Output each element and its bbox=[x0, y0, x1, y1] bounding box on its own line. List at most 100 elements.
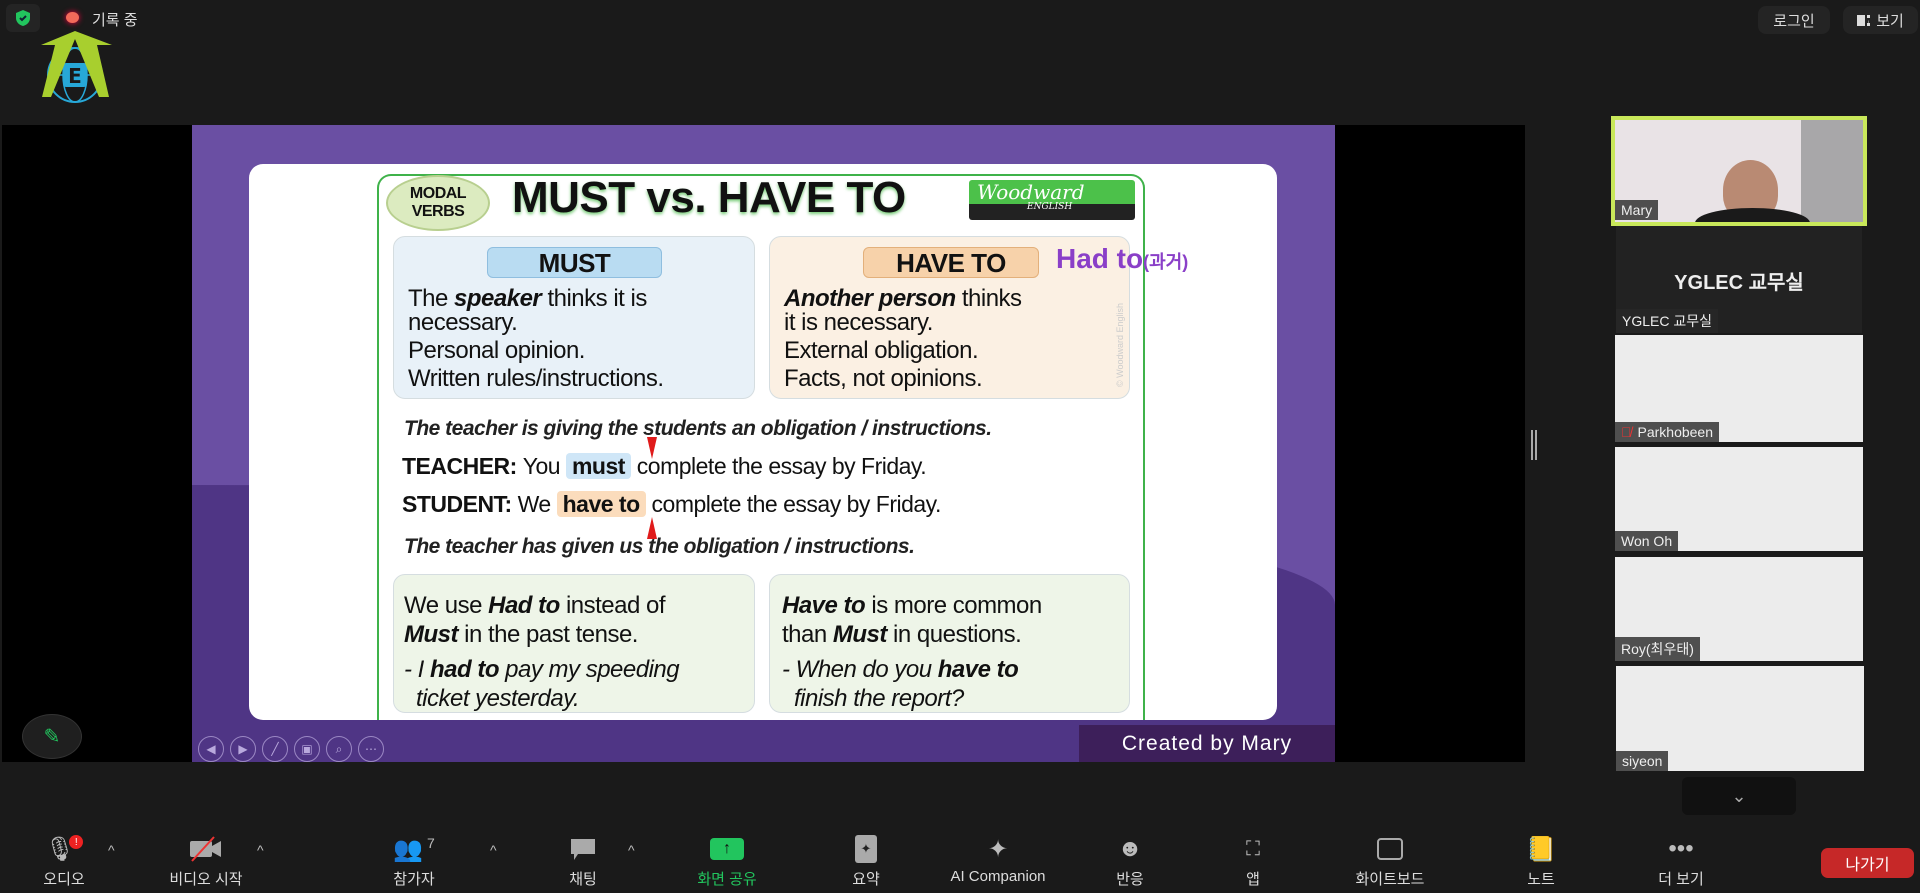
participant-tile-parkhobeen[interactable]: 🎙̸ Parkhobeen bbox=[1615, 335, 1863, 442]
had-to-annotation: Had to(과거) bbox=[1056, 243, 1189, 274]
slide-title: MUST vs. HAVE TO bbox=[512, 173, 906, 222]
participant-name: Roy(최우태) bbox=[1615, 637, 1700, 661]
participants-icon: 👥 7 bbox=[393, 835, 435, 863]
more-label: 더 보기 bbox=[1658, 871, 1704, 888]
audio-options-caret[interactable]: ^ bbox=[108, 842, 115, 858]
ai-sparkle-icon: ✦ bbox=[987, 835, 1009, 863]
reactions-label: 반응 bbox=[1116, 871, 1144, 888]
whiteboard-label: 화이트보드 bbox=[1355, 871, 1425, 888]
pen-tool-icon[interactable]: ╱ bbox=[262, 736, 288, 762]
participants-label: 참가자 bbox=[393, 871, 435, 888]
participant-name: siyeon bbox=[1616, 751, 1669, 771]
woodward-logo: Woodward ENGLISH bbox=[969, 180, 1135, 220]
share-screen-button[interactable]: ↑ 화면 공유 bbox=[667, 834, 787, 889]
bottom-right-box: Have to is more common than Must in ques… bbox=[769, 574, 1130, 713]
ai-companion-button[interactable]: ✦ AI Companion bbox=[928, 834, 1068, 886]
previous-slide-icon[interactable]: ◀ bbox=[198, 736, 224, 762]
start-video-button[interactable]: 비디오 시작 bbox=[146, 834, 266, 889]
participant-tile-won-oh[interactable]: Won Oh bbox=[1615, 447, 1863, 551]
scroll-down-button[interactable]: ⌄ bbox=[1682, 777, 1796, 815]
chat-options-caret[interactable]: ^ bbox=[628, 842, 635, 858]
teacher-sentence: TEACHER: You must complete the essay by … bbox=[402, 453, 927, 479]
apps-label: 앱 bbox=[1246, 871, 1260, 888]
whiteboard-button[interactable]: 화이트보드 bbox=[1330, 834, 1450, 889]
slides-grid-icon[interactable]: ▣ bbox=[294, 736, 320, 762]
annotate-pen-button[interactable]: ✎ bbox=[22, 714, 82, 759]
panel-resize-handle[interactable] bbox=[1531, 430, 1537, 460]
security-shield-icon[interactable] bbox=[6, 4, 40, 32]
whiteboard-icon bbox=[1330, 834, 1450, 864]
zoom-icon[interactable]: ⌕ bbox=[326, 736, 352, 762]
participant-tile-mary[interactable]: Mary bbox=[1611, 116, 1867, 226]
notes-label: 노트 bbox=[1527, 871, 1555, 888]
participant-name: Mary bbox=[1615, 200, 1659, 220]
must-line-3: Personal opinion. bbox=[408, 337, 585, 364]
have-to-line-2: it is necessary. bbox=[784, 309, 933, 336]
must-label: MUST bbox=[487, 247, 662, 278]
share-label: 화면 공유 bbox=[697, 871, 757, 888]
recording-icon bbox=[66, 12, 79, 23]
summary-label: 요약 bbox=[852, 871, 880, 888]
more-button[interactable]: ••• 더 보기 bbox=[1621, 834, 1741, 889]
audio-label: 오디오 bbox=[43, 871, 85, 888]
reactions-button[interactable]: ☻ 반응 bbox=[1070, 834, 1190, 889]
badge-line-1: MODAL bbox=[409, 185, 467, 202]
slideshow-controls: ◀ ▶ ╱ ▣ ⌕ ⋯ bbox=[198, 736, 384, 762]
have-to-label: HAVE TO bbox=[863, 247, 1039, 278]
modal-verbs-badge: MODAL VERBS bbox=[386, 175, 490, 231]
watermark: © Woodward English bbox=[1115, 302, 1125, 387]
participant-tile-siyeon[interactable]: siyeon bbox=[1616, 666, 1864, 771]
must-line-4: Written rules/instructions. bbox=[408, 365, 664, 392]
participant-tile-yglec[interactable]: YGLEC 교무실 YGLEC 교무실 bbox=[1616, 226, 1862, 333]
have-to-line-4: Facts, not opinions. bbox=[784, 365, 983, 392]
chat-button[interactable]: 채팅 bbox=[523, 834, 643, 889]
muted-mic-icon: 🎙̸ bbox=[1621, 424, 1632, 440]
leave-label: 나가기 bbox=[1845, 857, 1890, 874]
view-layout-icon bbox=[1857, 14, 1871, 26]
microphone-icon: 🎙! bbox=[4, 834, 124, 864]
audio-button[interactable]: 🎙! 오디오 bbox=[4, 834, 124, 889]
notes-button[interactable]: 📒 노트 bbox=[1481, 834, 1601, 889]
participant-name: 🎙̸ Parkhobeen bbox=[1615, 422, 1720, 442]
must-line-2: necessary. bbox=[408, 309, 518, 336]
credit-text: Created by Mary bbox=[1121, 731, 1293, 755]
video-options-caret[interactable]: ^ bbox=[257, 842, 264, 858]
badge-line-2: VERBS bbox=[411, 203, 465, 220]
alert-badge-icon: ! bbox=[69, 835, 84, 849]
chat-label: 채팅 bbox=[569, 871, 597, 888]
notes-icon: 📒 bbox=[1526, 835, 1556, 863]
view-button[interactable]: 보기 bbox=[1843, 6, 1918, 34]
apps-icon: ⛶ bbox=[1246, 837, 1260, 860]
video-off-icon bbox=[146, 834, 266, 864]
svg-text:E: E bbox=[68, 64, 82, 88]
next-slide-icon[interactable]: ▶ bbox=[230, 736, 256, 762]
student-sentence: STUDENT: We have to complete the essay b… bbox=[402, 491, 941, 517]
view-label: 보기 bbox=[1876, 12, 1904, 30]
participants-button[interactable]: 👥 7 참가자 bbox=[354, 834, 474, 889]
recording-status[interactable]: 기록 중 bbox=[92, 9, 138, 30]
chat-bubble-icon bbox=[523, 834, 643, 864]
sentence-2: The teacher has given us the obligation … bbox=[404, 535, 915, 558]
chevron-down-icon: ⌄ bbox=[1731, 785, 1747, 806]
organization-logo: E bbox=[37, 31, 117, 105]
participant-name: YGLEC 교무실 bbox=[1616, 309, 1718, 333]
participant-tile-roy[interactable]: Roy(최우태) bbox=[1615, 557, 1863, 661]
summary-document-icon: ✦ bbox=[806, 834, 926, 864]
video-label: 비디오 시작 bbox=[169, 871, 243, 888]
share-screen-icon: ↑ bbox=[667, 834, 787, 864]
leave-button[interactable]: 나가기 bbox=[1821, 848, 1914, 878]
pencil-icon: ✎ bbox=[43, 726, 61, 748]
reaction-smiley-icon: ☻ bbox=[1117, 835, 1143, 862]
bottom-left-box: We use Had to instead of Must in the pas… bbox=[393, 574, 755, 713]
participant-display-name: YGLEC 교무실 bbox=[1674, 272, 1804, 294]
summary-button[interactable]: ✦ 요약 bbox=[806, 834, 926, 889]
apps-button[interactable]: ⛶ 앱 bbox=[1193, 834, 1313, 889]
have-to-line-3: External obligation. bbox=[784, 337, 979, 364]
login-button[interactable]: 로그인 bbox=[1758, 6, 1830, 34]
login-label: 로그인 bbox=[1773, 12, 1815, 30]
participants-options-caret[interactable]: ^ bbox=[490, 842, 497, 858]
more-options-icon[interactable]: ⋯ bbox=[358, 736, 384, 762]
must-box: MUST The speaker thinks it is necessary.… bbox=[393, 236, 755, 399]
participant-name: Won Oh bbox=[1615, 531, 1679, 551]
participant-count: 7 bbox=[427, 835, 435, 851]
